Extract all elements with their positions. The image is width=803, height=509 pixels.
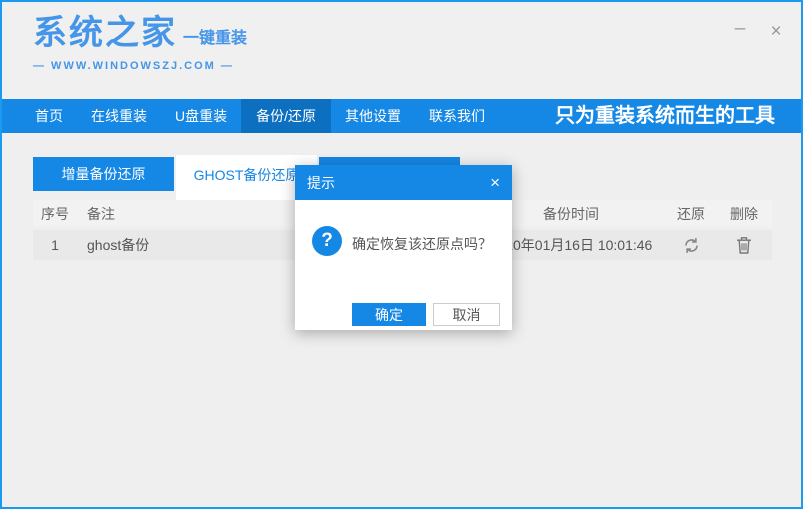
dialog-header: 提示 ×: [295, 165, 512, 200]
col-header-index: 序号: [33, 204, 77, 224]
restore-icon[interactable]: [682, 236, 701, 255]
logo-subtitle: 一键重装: [183, 24, 247, 48]
nav-item-other-settings[interactable]: 其他设置: [331, 99, 415, 133]
website-tagline: — WWW.WINDOWSZJ.COM —: [33, 60, 234, 72]
col-header-delete: 删除: [716, 204, 772, 224]
nav-item-contact-us[interactable]: 联系我们: [415, 99, 499, 133]
dialog-body: ? 确定恢复该还原点吗？ 确定 取消: [295, 200, 512, 330]
confirm-dialog: 提示 × ? 确定恢复该还原点吗？ 确定 取消: [295, 165, 512, 330]
row-index: 1: [33, 237, 77, 253]
dialog-close-icon[interactable]: ×: [478, 165, 512, 200]
cancel-button[interactable]: 取消: [433, 303, 500, 326]
nav-item-online-reinstall[interactable]: 在线重装: [77, 99, 161, 133]
nav-item-home[interactable]: 首页: [21, 99, 77, 133]
nav-item-backup-restore[interactable]: 备份/还原: [241, 99, 331, 133]
minimize-icon[interactable]: –: [729, 20, 751, 44]
main-nav: 首页 在线重装 U盘重装 备份/还原 其他设置 联系我们 只为重装系统而生的工具: [2, 99, 801, 133]
logo: 系统之家 一键重装: [33, 16, 247, 50]
nav-slogan: 只为重装系统而生的工具: [555, 99, 801, 133]
trash-icon[interactable]: [736, 236, 752, 254]
tab-incremental-backup-restore[interactable]: 增量备份还原: [33, 157, 174, 191]
dialog-message: 确定恢复该还原点吗？: [352, 234, 492, 254]
title-bar: 系统之家 一键重装 — WWW.WINDOWSZJ.COM — – ×: [2, 2, 801, 99]
dialog-title: 提示: [295, 173, 335, 193]
question-icon: ?: [312, 226, 342, 256]
col-header-restore: 还原: [666, 204, 716, 224]
app-window: 系统之家 一键重装 — WWW.WINDOWSZJ.COM — – × 首页 在…: [0, 0, 803, 509]
close-icon[interactable]: ×: [765, 20, 787, 44]
nav-item-usb-reinstall[interactable]: U盘重装: [161, 99, 241, 133]
window-controls: – ×: [729, 20, 787, 44]
ok-button[interactable]: 确定: [352, 303, 426, 326]
logo-text: 系统之家: [33, 16, 177, 50]
